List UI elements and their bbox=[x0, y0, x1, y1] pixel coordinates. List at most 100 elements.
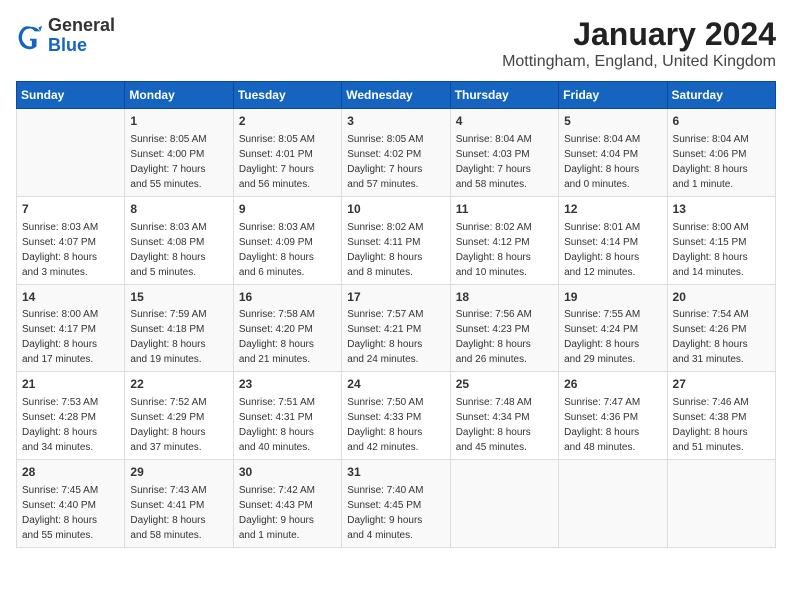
week-row-1: 1 Sunrise: 8:05 AM Sunset: 4:00 PM Daylig… bbox=[17, 109, 776, 197]
header-row: Sunday Monday Tuesday Wednesday Thursday… bbox=[17, 82, 776, 109]
day-cell-4-1: 29 Sunrise: 7:43 AM Sunset: 4:41 PM Dayli… bbox=[125, 460, 233, 548]
day-number: 25 bbox=[456, 376, 553, 393]
day-number: 29 bbox=[130, 464, 227, 481]
day-number: 13 bbox=[673, 201, 770, 218]
day-info: Sunrise: 7:45 AM Sunset: 4:40 PM Dayligh… bbox=[22, 483, 119, 543]
day-cell-3-6: 27Sunrise: 7:46 AM Sunset: 4:38 PM Dayli… bbox=[667, 372, 775, 460]
day-info: Sunrise: 7:59 AM Sunset: 4:18 PM Dayligh… bbox=[130, 307, 227, 367]
day-number: 3 bbox=[347, 113, 444, 130]
day-cell-4-6 bbox=[667, 460, 775, 548]
day-info: Sunrise: 7:53 AM Sunset: 4:28 PM Dayligh… bbox=[22, 395, 119, 455]
day-number: 10 bbox=[347, 201, 444, 218]
day-cell-4-5 bbox=[559, 460, 667, 548]
day-cell-1-2: 9Sunrise: 8:03 AM Sunset: 4:09 PM Daylig… bbox=[233, 196, 341, 284]
day-number: 11 bbox=[456, 201, 553, 218]
day-number: 19 bbox=[564, 289, 661, 306]
day-number: 14 bbox=[22, 289, 119, 306]
day-cell-1-6: 13Sunrise: 8:00 AM Sunset: 4:15 PM Dayli… bbox=[667, 196, 775, 284]
title-section: January 2024 Mottingham, England, United… bbox=[502, 16, 776, 71]
day-number: 31 bbox=[347, 464, 444, 481]
day-info: Sunrise: 7:50 AM Sunset: 4:33 PM Dayligh… bbox=[347, 395, 444, 455]
day-info: Sunrise: 7:55 AM Sunset: 4:24 PM Dayligh… bbox=[564, 307, 661, 367]
main-container: General Blue January 2024 Mottingham, En… bbox=[0, 0, 792, 556]
day-cell-0-5: 5 Sunrise: 8:04 AM Sunset: 4:04 PM Daylig… bbox=[559, 109, 667, 197]
day-cell-0-1: 1 Sunrise: 8:05 AM Sunset: 4:00 PM Daylig… bbox=[125, 109, 233, 197]
month-title: January 2024 bbox=[502, 16, 776, 53]
calendar-body: 1 Sunrise: 8:05 AM Sunset: 4:00 PM Daylig… bbox=[17, 109, 776, 548]
day-number: 15 bbox=[130, 289, 227, 306]
location: Mottingham, England, United Kingdom bbox=[502, 53, 776, 71]
day-number: 28 bbox=[22, 464, 119, 481]
day-cell-2-3: 17Sunrise: 7:57 AM Sunset: 4:21 PM Dayli… bbox=[342, 284, 450, 372]
day-number: 30 bbox=[239, 464, 336, 481]
day-number: 6 bbox=[673, 113, 770, 130]
day-cell-3-2: 23Sunrise: 7:51 AM Sunset: 4:31 PM Dayli… bbox=[233, 372, 341, 460]
day-cell-0-3: 3 Sunrise: 8:05 AM Sunset: 4:02 PM Daylig… bbox=[342, 109, 450, 197]
day-cell-0-2: 2 Sunrise: 8:05 AM Sunset: 4:01 PM Daylig… bbox=[233, 109, 341, 197]
day-cell-2-1: 15Sunrise: 7:59 AM Sunset: 4:18 PM Dayli… bbox=[125, 284, 233, 372]
day-info: Sunrise: 7:52 AM Sunset: 4:29 PM Dayligh… bbox=[130, 395, 227, 455]
header-friday: Friday bbox=[559, 82, 667, 109]
header-thursday: Thursday bbox=[450, 82, 558, 109]
day-number: 16 bbox=[239, 289, 336, 306]
header-sunday: Sunday bbox=[17, 82, 125, 109]
day-number: 22 bbox=[130, 376, 227, 393]
logo-text: General Blue bbox=[48, 16, 115, 56]
day-info: Sunrise: 7:42 AM Sunset: 4:43 PM Dayligh… bbox=[239, 483, 336, 543]
day-number: 27 bbox=[673, 376, 770, 393]
logo-general: General bbox=[48, 15, 115, 35]
week-row-5: 28 Sunrise: 7:45 AM Sunset: 4:40 PM Dayli… bbox=[17, 460, 776, 548]
day-cell-2-5: 19Sunrise: 7:55 AM Sunset: 4:24 PM Dayli… bbox=[559, 284, 667, 372]
day-cell-3-0: 21 Sunrise: 7:53 AM Sunset: 4:28 PM Dayli… bbox=[17, 372, 125, 460]
logo-icon bbox=[16, 22, 44, 50]
week-row-2: 7Sunrise: 8:03 AM Sunset: 4:07 PM Daylig… bbox=[17, 196, 776, 284]
header-wednesday: Wednesday bbox=[342, 82, 450, 109]
day-cell-2-2: 16Sunrise: 7:58 AM Sunset: 4:20 PM Dayli… bbox=[233, 284, 341, 372]
day-cell-0-6: 6Sunrise: 8:04 AM Sunset: 4:06 PM Daylig… bbox=[667, 109, 775, 197]
calendar-header: Sunday Monday Tuesday Wednesday Thursday… bbox=[17, 82, 776, 109]
day-cell-4-3: 31 Sunrise: 7:40 AM Sunset: 4:45 PM Dayli… bbox=[342, 460, 450, 548]
day-info: Sunrise: 8:05 AM Sunset: 4:01 PM Dayligh… bbox=[239, 132, 336, 192]
day-cell-1-4: 11 Sunrise: 8:02 AM Sunset: 4:12 PM Dayli… bbox=[450, 196, 558, 284]
day-number: 20 bbox=[673, 289, 770, 306]
day-info: Sunrise: 8:01 AM Sunset: 4:14 PM Dayligh… bbox=[564, 220, 661, 280]
header-saturday: Saturday bbox=[667, 82, 775, 109]
day-cell-3-3: 24 Sunrise: 7:50 AM Sunset: 4:33 PM Dayli… bbox=[342, 372, 450, 460]
day-cell-3-5: 26 Sunrise: 7:47 AM Sunset: 4:36 PM Dayli… bbox=[559, 372, 667, 460]
logo-blue: Blue bbox=[48, 35, 87, 55]
day-number: 23 bbox=[239, 376, 336, 393]
day-cell-3-4: 25 Sunrise: 7:48 AM Sunset: 4:34 PM Dayli… bbox=[450, 372, 558, 460]
day-info: Sunrise: 8:05 AM Sunset: 4:02 PM Dayligh… bbox=[347, 132, 444, 192]
day-cell-2-0: 14Sunrise: 8:00 AM Sunset: 4:17 PM Dayli… bbox=[17, 284, 125, 372]
day-cell-2-6: 20Sunrise: 7:54 AM Sunset: 4:26 PM Dayli… bbox=[667, 284, 775, 372]
day-info: Sunrise: 8:02 AM Sunset: 4:12 PM Dayligh… bbox=[456, 220, 553, 280]
day-info: Sunrise: 7:54 AM Sunset: 4:26 PM Dayligh… bbox=[673, 307, 770, 367]
day-number: 21 bbox=[22, 376, 119, 393]
day-info: Sunrise: 8:03 AM Sunset: 4:07 PM Dayligh… bbox=[22, 220, 119, 280]
header-monday: Monday bbox=[125, 82, 233, 109]
day-cell-4-2: 30 Sunrise: 7:42 AM Sunset: 4:43 PM Dayli… bbox=[233, 460, 341, 548]
day-cell-1-3: 10Sunrise: 8:02 AM Sunset: 4:11 PM Dayli… bbox=[342, 196, 450, 284]
day-info: Sunrise: 7:40 AM Sunset: 4:45 PM Dayligh… bbox=[347, 483, 444, 543]
day-number: 5 bbox=[564, 113, 661, 130]
day-info: Sunrise: 7:58 AM Sunset: 4:20 PM Dayligh… bbox=[239, 307, 336, 367]
day-info: Sunrise: 8:04 AM Sunset: 4:04 PM Dayligh… bbox=[564, 132, 661, 192]
day-cell-4-0: 28 Sunrise: 7:45 AM Sunset: 4:40 PM Dayli… bbox=[17, 460, 125, 548]
week-row-4: 21 Sunrise: 7:53 AM Sunset: 4:28 PM Dayli… bbox=[17, 372, 776, 460]
day-number: 12 bbox=[564, 201, 661, 218]
day-number: 1 bbox=[130, 113, 227, 130]
day-info: Sunrise: 8:05 AM Sunset: 4:00 PM Dayligh… bbox=[130, 132, 227, 192]
day-number: 17 bbox=[347, 289, 444, 306]
day-info: Sunrise: 7:47 AM Sunset: 4:36 PM Dayligh… bbox=[564, 395, 661, 455]
day-cell-3-1: 22 Sunrise: 7:52 AM Sunset: 4:29 PM Dayli… bbox=[125, 372, 233, 460]
calendar-table: Sunday Monday Tuesday Wednesday Thursday… bbox=[16, 81, 776, 548]
day-number: 2 bbox=[239, 113, 336, 130]
day-info: Sunrise: 8:00 AM Sunset: 4:17 PM Dayligh… bbox=[22, 307, 119, 367]
day-number: 26 bbox=[564, 376, 661, 393]
header: General Blue January 2024 Mottingham, En… bbox=[16, 16, 776, 71]
day-cell-0-4: 4Sunrise: 8:04 AM Sunset: 4:03 PM Daylig… bbox=[450, 109, 558, 197]
day-info: Sunrise: 7:43 AM Sunset: 4:41 PM Dayligh… bbox=[130, 483, 227, 543]
day-info: Sunrise: 7:48 AM Sunset: 4:34 PM Dayligh… bbox=[456, 395, 553, 455]
day-number: 24 bbox=[347, 376, 444, 393]
day-cell-0-0 bbox=[17, 109, 125, 197]
